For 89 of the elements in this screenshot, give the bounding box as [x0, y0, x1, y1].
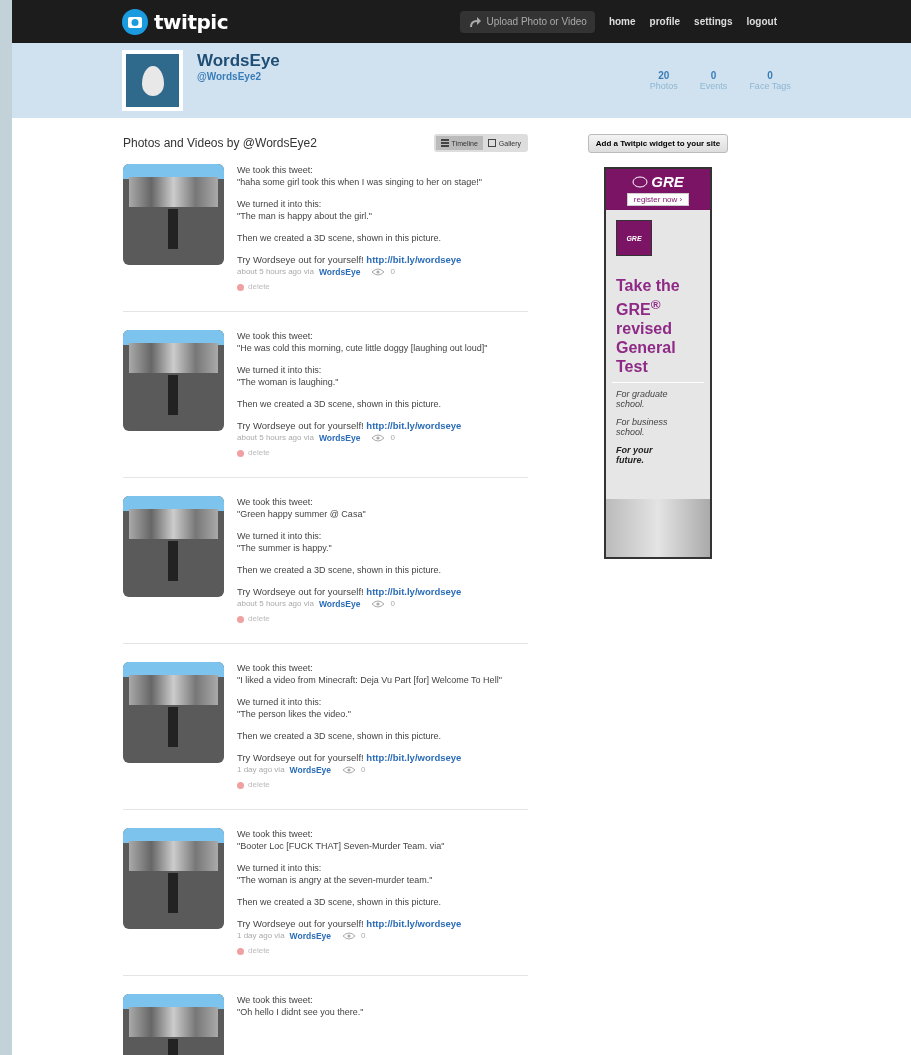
ad-closing: For your future.: [616, 445, 654, 466]
tweet-intro: We took this tweet:: [237, 496, 314, 508]
scene-thumbnail[interactable]: [123, 330, 224, 431]
nav-link[interactable]: settings: [694, 16, 733, 27]
result-text: "The summer is happy.": [237, 542, 333, 554]
wordseye-link[interactable]: http://bit.ly/wordseye: [366, 254, 462, 265]
result-text: "The person likes the video.": [237, 708, 352, 720]
result-text: "The woman is angry at the seven-murder team.": [237, 874, 434, 886]
stat-count[interactable]: 0: [710, 70, 717, 81]
tweet-intro: We took this tweet:: [237, 330, 314, 342]
source-link[interactable]: WordsEye: [318, 432, 361, 444]
wordseye-link[interactable]: http://bit.ly/wordseye: [366, 752, 462, 763]
curved-arrow-icon: [468, 15, 483, 28]
post-time: 1 day ago via: [237, 930, 285, 942]
camera-lens-icon: [122, 8, 148, 35]
result-intro: We turned it into this:: [237, 696, 323, 708]
tweet-text: "Booter Loc [FUCK THAT] Seven-Murder Team. via": [237, 840, 446, 852]
scene-thumbnail[interactable]: [123, 828, 224, 929]
scene-text: Then we created a 3D scene, shown in this picture.: [237, 564, 443, 576]
result-intro: We turned it into this:: [237, 530, 323, 542]
wordseye-link[interactable]: http://bit.ly/wordseye: [366, 586, 462, 597]
eye-icon: [342, 766, 356, 774]
register-button[interactable]: register now ›: [626, 193, 690, 206]
eye-icon: [342, 932, 356, 940]
tweet-text: "haha some girl took this when I was singing to her on stage!": [237, 176, 484, 188]
upload-button[interactable]: Upload Photo or Video: [460, 10, 595, 33]
tweet-intro: We took this tweet:: [237, 164, 314, 176]
scene-thumbnail[interactable]: [123, 164, 224, 265]
tweet-text: "He was cold this morning, cute little doggy [laughing out loud]": [237, 342, 489, 354]
ad-text: For business school.: [616, 417, 669, 438]
try-text: Try Wordseye out for yourself!: [237, 586, 364, 597]
nav-link[interactable]: profile: [649, 16, 681, 27]
logo-text[interactable]: twitpic: [154, 9, 228, 34]
tweet-text: "Green happy summer @ Casa": [237, 508, 367, 520]
delete-icon: [237, 283, 244, 291]
view-count: 0: [390, 432, 395, 444]
profile-handle[interactable]: @WordsEye2: [197, 71, 280, 82]
result-text: "The man is happy about the girl.": [237, 210, 373, 222]
delete-icon: [237, 781, 244, 789]
post-time: about 5 hours ago via: [237, 598, 314, 610]
result-intro: We turned it into this:: [237, 862, 323, 874]
profile-name: WordsEye: [197, 51, 280, 71]
feed-title: Photos and Videos by @WordsEye2: [123, 136, 317, 150]
try-text: Try Wordseye out for yourself!: [237, 254, 364, 265]
scene-thumbnail[interactable]: [123, 662, 224, 763]
avatar-egg-icon: [122, 50, 183, 111]
scene-text: Then we created a 3D scene, shown in this picture.: [237, 896, 443, 908]
ad-text: For graduate school.: [616, 389, 669, 410]
ad-headline: Take the GRE$^{®}$ revised General Test: [615, 276, 681, 377]
source-link[interactable]: WordsEye: [289, 930, 331, 942]
source-link[interactable]: WordsEye: [318, 598, 361, 610]
tweet-text: "Oh hello I didnt see you there.": [237, 1006, 365, 1018]
scene-thumbnail[interactable]: [123, 496, 224, 597]
scene-text: Then we created a 3D scene, shown in this picture.: [237, 232, 443, 244]
try-text: Try Wordseye out for yourself!: [237, 752, 364, 763]
try-text: Try Wordseye out for yourself!: [237, 918, 364, 929]
view-count: 0: [361, 930, 366, 942]
eye-icon: [371, 268, 386, 276]
nav-link[interactable]: logout: [746, 16, 777, 27]
view-count: 0: [390, 266, 395, 278]
source-link[interactable]: WordsEye: [289, 764, 331, 776]
source-link[interactable]: WordsEye: [318, 266, 361, 278]
post-time: about 5 hours ago via: [237, 266, 314, 278]
ad-brand: GRE: [651, 173, 684, 190]
eye-icon: [371, 434, 386, 442]
delete-icon: [237, 947, 244, 955]
scene-text: Then we created a 3D scene, shown in this picture.: [237, 730, 443, 742]
result-intro: We turned it into this:: [237, 364, 323, 376]
eye-icon: [371, 600, 386, 608]
tweet-intro: We took this tweet:: [237, 994, 314, 1006]
result-intro: We turned it into this:: [237, 198, 323, 210]
try-text: Try Wordseye out for yourself!: [237, 420, 364, 431]
nav-link[interactable]: home: [608, 16, 636, 27]
post-time: 1 day ago via: [237, 764, 285, 776]
post-time: about 5 hours ago via: [237, 432, 314, 444]
tweet-intro: We took this tweet:: [237, 828, 314, 840]
stat-count[interactable]: 0: [767, 70, 773, 81]
result-text: "The woman is laughing.": [237, 376, 340, 388]
tweet-intro: We took this tweet:: [237, 662, 314, 674]
tweet-text: "I liked a video from Minecraft: Deja Vu Part [for] Welcome To Hell": [237, 674, 503, 686]
delete-icon: [237, 449, 244, 457]
view-count: 0: [361, 764, 366, 776]
wordseye-link[interactable]: http://bit.ly/wordseye: [366, 420, 462, 431]
delete-icon: [237, 615, 244, 623]
widget-button[interactable]: Add a Twitpic widget to your site: [587, 134, 729, 153]
view-count: 0: [390, 598, 395, 610]
stat-count[interactable]: 20: [658, 70, 670, 81]
wordseye-link[interactable]: http://bit.ly/wordseye: [366, 918, 462, 929]
scene-text: Then we created a 3D scene, shown in this picture.: [237, 398, 443, 410]
